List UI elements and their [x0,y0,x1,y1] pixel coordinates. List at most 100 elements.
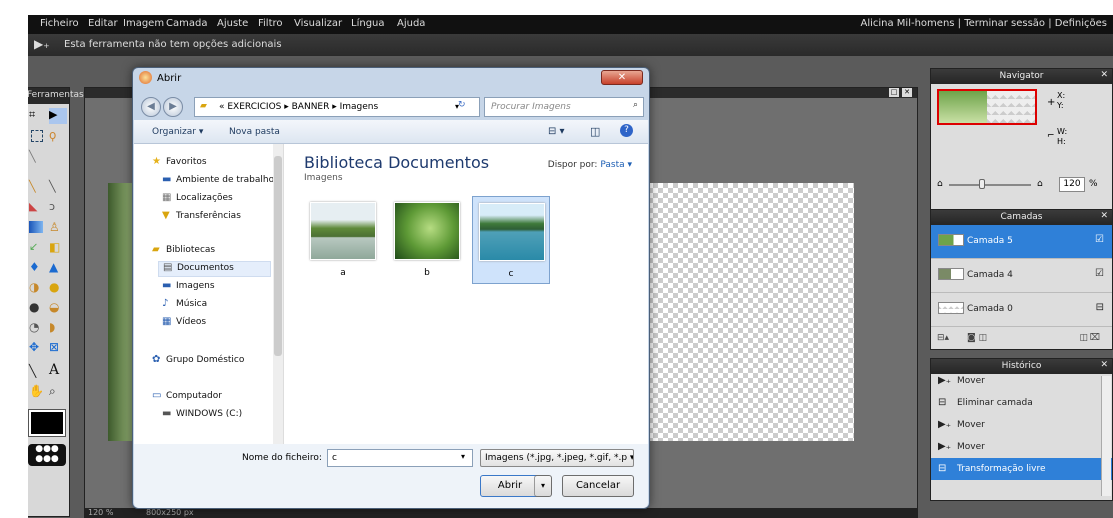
account-links[interactable]: Alicina Mil-homens | Terminar sessão | D… [860,18,1107,29]
text-tool-icon[interactable]: A [49,362,67,378]
nav-scrollbar[interactable] [273,144,283,444]
gradient-icon[interactable] [29,221,43,233]
layer-row[interactable]: Camada 0 ⊟ [931,293,1112,327]
menu-editar[interactable]: Editar [88,18,118,29]
smudge-icon[interactable]: ↄ [49,200,67,216]
menu-ajuste[interactable]: Ajuste [217,18,248,29]
open-button[interactable]: Abrir [480,475,540,497]
layer-style-icon[interactable]: ⊟▴ [937,333,949,343]
menu-imagem[interactable]: Imagem [123,18,164,29]
path-breadcrumb[interactable]: ▰ « EXERCICIOS ▸ BANNER ▸ Imagens ▾ [194,97,480,117]
quick-mask-icon[interactable]: ●●● ●●● [28,444,66,466]
menu-camada[interactable]: Camada [166,18,207,29]
zoom-slider-track[interactable] [949,184,1031,186]
red-eye-icon[interactable]: ◒ [49,300,67,316]
menu-visualizar[interactable]: Visualizar [294,18,342,29]
cancel-button[interactable]: Cancelar [562,475,634,497]
nav-homegroup[interactable]: ✿ Grupo Doméstico [152,354,244,370]
eyedropper-icon[interactable]: ╲ [29,364,47,380]
pinch-icon[interactable]: ◗ [49,320,67,336]
transform-icon[interactable]: ⊠ [49,340,67,356]
navigator-preview[interactable] [937,89,1037,125]
new-folder-button[interactable]: Nova pasta [229,127,280,137]
history-close-icon[interactable]: ✕ [1100,360,1108,370]
dodge-icon[interactable]: ◑ [29,280,47,296]
delete-layer-icon[interactable]: ⌧ [1090,333,1100,343]
nav-documents[interactable]: ▤ Documentos [158,261,271,277]
menu-ajuda[interactable]: Ajuda [397,18,425,29]
layers-close-icon[interactable]: ✕ [1100,211,1108,221]
brush-icon[interactable]: ╲ [49,180,67,196]
nav-videos[interactable]: ▦ Vídeos [162,316,206,332]
help-icon[interactable]: ? [620,124,633,137]
nav-locations[interactable]: ▦ Localizações [162,192,233,208]
eraser-icon[interactable]: ◣ [29,200,47,216]
filename-dropdown-icon[interactable]: ▾ [461,452,465,461]
sponge-icon[interactable]: ● [29,300,47,316]
preview-pane-icon[interactable]: ◫ [590,125,600,138]
nav-scroll-thumb[interactable] [274,156,282,356]
view-options-icon[interactable]: ⊟ ▾ [548,126,565,137]
nav-images[interactable]: ▬ Imagens [162,280,215,296]
dialog-close-button[interactable]: ✕ [601,70,643,85]
nav-drive[interactable]: ▬ WINDOWS (C:) [162,408,242,424]
organize-button[interactable]: Organizar ▾ [152,127,203,137]
stamp-icon[interactable]: ♙ [49,220,67,236]
liquify-icon[interactable]: ✥ [29,340,47,356]
history-item[interactable]: ▶₊ Mover [931,374,1112,392]
lasso-icon[interactable]: ϙ [49,128,67,144]
move-icon[interactable]: ▶ [49,108,67,124]
wand-icon[interactable]: ╲ [29,150,47,166]
back-button[interactable]: ◀ [141,97,161,117]
zoom-input[interactable]: 120 [1059,177,1085,192]
history-item[interactable]: ▶₊ Mover [931,414,1112,436]
file-item[interactable]: c [472,196,550,284]
canvas-maximize-icon[interactable]: □ [889,88,899,97]
history-scrollbar[interactable] [1101,376,1111,496]
layer-mask-icon[interactable]: ◙ ◫ [967,333,987,343]
zoom-in-icon[interactable]: ⌂ [1037,179,1043,189]
crop-icon[interactable]: ⌗ [29,108,47,124]
menu-filtro[interactable]: Filtro [258,18,283,29]
history-item[interactable]: ⊟ Transformação livre [931,458,1112,480]
shape-icon[interactable]: ◧ [49,240,67,256]
nav-libraries[interactable]: ▰ Bibliotecas [152,244,215,260]
history-item[interactable]: ⊟ Eliminar camada [931,392,1112,414]
file-item[interactable]: a [304,196,382,284]
arrange-by[interactable]: Dispor por: Pasta ▾ [548,160,632,170]
bloat-icon[interactable]: ◔ [29,320,47,336]
menu-ficheiro[interactable]: Ficheiro [40,18,79,29]
marquee-icon[interactable] [31,130,43,142]
zoom-out-icon[interactable]: ⌂ [937,179,943,189]
lock-icon[interactable]: ⊟ [1096,302,1104,313]
drop-icon[interactable]: ♦ [29,260,47,276]
zoom-icon[interactable]: ⌕ [49,384,67,400]
menu-lingua[interactable]: Língua [351,18,385,29]
nav-desktop[interactable]: ▬ Ambiente de trabalho [162,174,274,190]
layer-row[interactable]: Camada 4 ☑ [931,259,1112,293]
navigator-close-icon[interactable]: ✕ [1100,70,1108,80]
canvas-close-icon[interactable]: ✕ [902,88,912,97]
status-zoom[interactable]: 120 % [88,508,113,517]
nav-downloads[interactable]: ▼ Transferências [162,210,241,226]
nav-computer[interactable]: ▭ Computador [152,390,222,406]
open-dropdown-icon[interactable]: ▾ [534,475,552,497]
sharpen-icon[interactable]: ▲ [49,260,67,276]
hand-icon[interactable]: ✋ [29,384,47,400]
search-icon[interactable]: ⌕ [633,100,638,110]
zoom-slider-handle[interactable] [979,179,985,189]
new-layer-icon[interactable]: ◫ [1079,333,1088,343]
heal-icon[interactable]: ↙ [29,240,47,256]
burn-icon[interactable]: ● [49,280,67,296]
visibility-checkbox-icon[interactable]: ☑ [1095,234,1104,245]
file-item[interactable]: b [388,196,466,284]
filetype-select[interactable]: Imagens (*.jpg, *.jpeg, *.gif, *.p ▾ [480,449,634,467]
filename-input[interactable]: c [327,449,473,467]
layer-row[interactable]: Camada 5 ☑ [931,225,1112,259]
forward-button[interactable]: ▶ [163,97,183,117]
history-item[interactable]: ▶₊ Mover [931,436,1112,458]
search-input[interactable]: Procurar Imagens ⌕ [484,97,644,117]
nav-favorites[interactable]: ★ Favoritos [152,156,207,172]
visibility-checkbox-icon[interactable]: ☑ [1095,268,1104,279]
nav-music[interactable]: ♪ Música [162,298,207,314]
